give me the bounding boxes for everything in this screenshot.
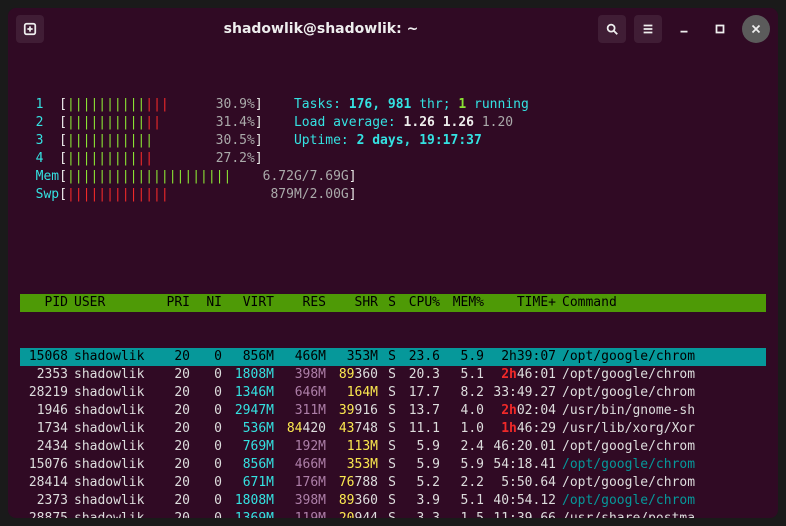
process-row[interactable]: 28219shadowlik2001346M646M164MS17.78.233… <box>20 384 766 402</box>
cpu-meter-2: 2 [|||||||||||| 31.4%] Load average: 1.2… <box>20 114 766 132</box>
search-button[interactable] <box>598 15 626 43</box>
terminal-content[interactable]: 1 [||||||||||||| 30.9%] Tasks: 176, 981 … <box>8 50 778 518</box>
cpu-meter-4: 4 [||||||||||| 27.2%] <box>20 150 766 168</box>
process-row[interactable]: 15076shadowlik200856M466M353MS5.95.954:1… <box>20 456 766 474</box>
minimize-button[interactable] <box>670 15 698 43</box>
mem-meter: Mem[||||||||||||||||||||| 6.72G/7.69G] <box>20 168 766 186</box>
process-row[interactable]: 1734shadowlik200536M8442043748S11.11.01h… <box>20 420 766 438</box>
cpu-meter-1: 1 [||||||||||||| 30.9%] Tasks: 176, 981 … <box>20 96 766 114</box>
window-title: shadowlik@shadowlik: ~ <box>52 21 590 37</box>
desktop: shadowlik@shadowlik: ~ 1 [||||||||||||| … <box>0 0 786 526</box>
process-row[interactable]: 28875shadowlik2001369M119M20944S3.31.511… <box>20 510 766 518</box>
process-row[interactable]: 1946shadowlik2002947M311M39916S13.74.02h… <box>20 402 766 420</box>
process-row[interactable]: 2434shadowlik200769M192M113MS5.92.446:20… <box>20 438 766 456</box>
process-row[interactable]: 15068shadowlik200856M466M353MS23.65.92h3… <box>20 348 766 366</box>
swp-meter: Swp[||||||||||||| 879M/2.00G] <box>20 186 766 204</box>
process-header[interactable]: PIDUSERPRINIVIRTRESSHRSCPU%MEM%TIME+Comm… <box>20 294 766 312</box>
menu-button[interactable] <box>634 15 662 43</box>
process-row[interactable]: 2373shadowlik2001808M398M89360S3.95.140:… <box>20 492 766 510</box>
titlebar[interactable]: shadowlik@shadowlik: ~ <box>8 8 778 50</box>
close-button[interactable] <box>742 15 770 43</box>
process-row[interactable]: 2353shadowlik2001808M398M89360S20.35.12h… <box>20 366 766 384</box>
maximize-button[interactable] <box>706 15 734 43</box>
process-row[interactable]: 28414shadowlik200671M176M76788S5.22.25:5… <box>20 474 766 492</box>
terminal-window: shadowlik@shadowlik: ~ 1 [||||||||||||| … <box>8 8 778 518</box>
cpu-meter-3: 3 [||||||||||| 30.5%] Uptime: 2 days, 19… <box>20 132 766 150</box>
new-tab-button[interactable] <box>16 15 44 43</box>
